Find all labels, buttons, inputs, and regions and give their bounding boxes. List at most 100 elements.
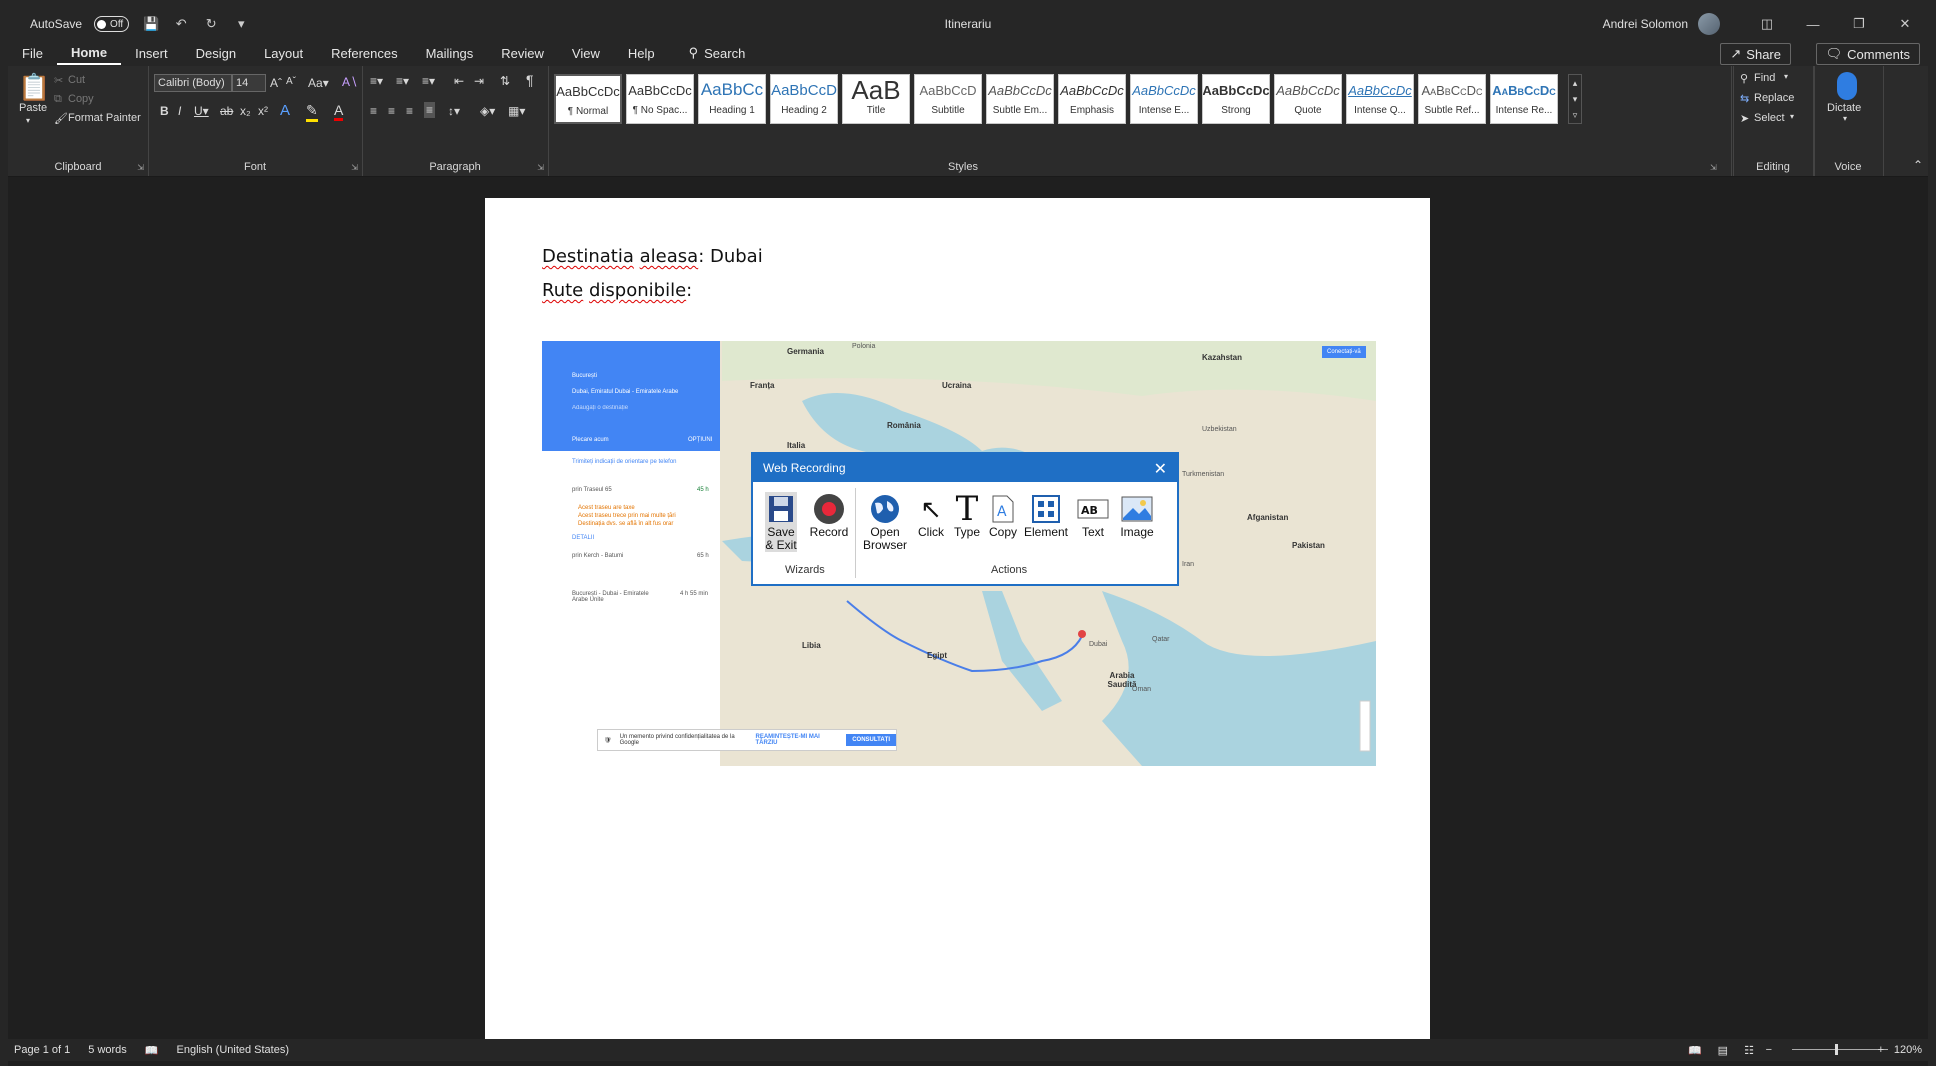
options-link[interactable]: OPȚIUNI	[688, 437, 712, 443]
save-icon[interactable]: 💾	[143, 16, 159, 32]
font-color-icon[interactable]: A	[334, 102, 344, 121]
copy-button[interactable]: Copy	[68, 93, 94, 105]
click-button[interactable]: ↖ Click	[915, 492, 947, 539]
paragraph-launcher-icon[interactable]: ⇲	[537, 163, 544, 172]
select-button[interactable]: Select	[1754, 112, 1785, 124]
numbering-icon[interactable]: ≡▾	[396, 74, 409, 88]
element-button[interactable]: Element	[1023, 492, 1069, 539]
avatar[interactable]	[1698, 13, 1720, 35]
format-painter-button[interactable]: Format Painter	[68, 112, 141, 124]
dictate-dropdown-icon[interactable]: ▾	[1843, 114, 1847, 123]
underline-icon[interactable]: U▾	[194, 104, 209, 118]
route-1[interactable]: prin Traseul 65	[572, 487, 612, 493]
zoom-slider[interactable]	[1792, 1049, 1888, 1050]
user-name[interactable]: Andrei Solomon	[1603, 17, 1688, 31]
paste-icon[interactable]: 📋	[18, 72, 50, 103]
cut-button[interactable]: Cut	[68, 74, 85, 86]
print-layout-icon[interactable]: ▤	[1718, 1044, 1728, 1057]
style-subtle-emphasis[interactable]: AaBbCcDc Subtle Em...	[986, 74, 1054, 124]
text-effects-icon[interactable]: A	[280, 102, 290, 119]
style-intense-emphasis[interactable]: AaBbCcDc Intense E...	[1130, 74, 1198, 124]
destination-line[interactable]: Destinatia aleasa: Dubai	[542, 246, 763, 267]
customize-quick-access-icon[interactable]: ▾	[233, 16, 249, 32]
minimize-icon[interactable]: —	[1790, 8, 1836, 40]
language[interactable]: English (United States)	[177, 1044, 290, 1056]
style-subtle-reference[interactable]: AaBbCcDc Subtle Ref...	[1418, 74, 1486, 124]
zoom-knob[interactable]	[1835, 1044, 1838, 1055]
share-button[interactable]: ↗ Share	[1720, 43, 1791, 65]
sign-in-button[interactable]: Conectați-vă	[1322, 346, 1366, 358]
paste-label[interactable]: Paste	[19, 102, 47, 114]
bullets-icon[interactable]: ≡▾	[370, 74, 383, 88]
justify-icon[interactable]: ≡	[424, 102, 436, 118]
style-quote[interactable]: AaBbCcDc Quote	[1274, 74, 1342, 124]
paste-dropdown-icon[interactable]: ▾	[26, 116, 30, 125]
tab-review[interactable]: Review	[487, 40, 558, 66]
style-subtitle[interactable]: AaBbCcD Subtitle	[914, 74, 982, 124]
styles-scroll-icon[interactable]: ▴ ▾ ▿	[1568, 74, 1582, 124]
font-name-box[interactable]: Calibri (Body)	[154, 74, 232, 92]
proofing-icon[interactable]: 📖	[145, 1044, 159, 1057]
select-dropdown-icon[interactable]: ▾	[1790, 112, 1794, 121]
style-heading-2[interactable]: AaBbCcD Heading 2	[770, 74, 838, 124]
open-browser-button[interactable]: Open Browser	[861, 492, 909, 552]
restore-icon[interactable]: ❐	[1836, 8, 1882, 40]
tab-insert[interactable]: Insert	[121, 40, 182, 66]
tab-layout[interactable]: Layout	[250, 40, 317, 66]
font-launcher-icon[interactable]: ⇲	[351, 163, 358, 172]
zoom-out-icon[interactable]: −	[1766, 1044, 1772, 1056]
strikethrough-icon[interactable]: ab	[220, 104, 233, 118]
routes-line[interactable]: Rute disponibile:	[542, 280, 692, 301]
zoom-in-icon[interactable]: +	[1878, 1044, 1884, 1056]
route-3[interactable]: București - Dubai - Emiratele Arabe Unit…	[572, 591, 652, 603]
style-emphasis[interactable]: AaBbCcDc Emphasis	[1058, 74, 1126, 124]
search-box[interactable]: ⚲ Search	[669, 45, 746, 61]
copy-button[interactable]: A Copy	[987, 492, 1019, 539]
destination-field[interactable]: Dubai, Emiratul Dubai - Emiratele Arabe	[572, 389, 678, 395]
clear-formatting-icon[interactable]: A∖	[342, 75, 358, 89]
remind-later-button[interactable]: REAMINTEȘTE-MI MAI TÂRZIU	[756, 734, 839, 746]
grow-font-icon[interactable]: Aˆ	[270, 76, 282, 90]
multilevel-list-icon[interactable]: ≡▾	[422, 74, 435, 88]
read-mode-icon[interactable]: 📖	[1688, 1044, 1702, 1057]
collapse-ribbon-icon[interactable]: ⌃	[1913, 158, 1923, 172]
style-normal[interactable]: AaBbCcDc ¶ Normal	[554, 74, 622, 124]
undo-icon[interactable]: ↶	[173, 16, 189, 32]
decrease-indent-icon[interactable]: ⇤	[454, 74, 464, 88]
font-size-box[interactable]: 14	[232, 74, 266, 92]
redo-icon[interactable]: ↻	[203, 16, 219, 32]
align-right-icon[interactable]: ≡	[406, 104, 413, 118]
tab-mailings[interactable]: Mailings	[412, 40, 488, 66]
microphone-icon[interactable]	[1837, 72, 1857, 100]
tab-references[interactable]: References	[317, 40, 411, 66]
shrink-font-icon[interactable]: Aˇ	[286, 76, 296, 87]
italic-icon[interactable]: I	[178, 104, 181, 118]
increase-indent-icon[interactable]: ⇥	[474, 74, 484, 88]
page-count[interactable]: Page 1 of 1	[14, 1044, 70, 1056]
line-spacing-icon[interactable]: ↕▾	[448, 104, 460, 118]
tab-design[interactable]: Design	[182, 40, 250, 66]
send-to-phone-link[interactable]: Trimiteți indicații de orientare pe tele…	[572, 459, 677, 465]
zoom-level[interactable]: 120%	[1894, 1044, 1922, 1056]
show-marks-icon[interactable]: ¶	[526, 72, 534, 88]
image-button[interactable]: Image	[1117, 492, 1157, 539]
type-button[interactable]: T Type	[951, 492, 983, 539]
tab-view[interactable]: View	[558, 40, 614, 66]
style-heading-1[interactable]: AaBbCc Heading 1	[698, 74, 766, 124]
find-dropdown-icon[interactable]: ▾	[1784, 72, 1788, 81]
replace-button[interactable]: Replace	[1754, 92, 1794, 104]
comments-button[interactable]: 🗨 Comments	[1815, 43, 1920, 65]
tab-file[interactable]: File	[8, 40, 57, 66]
tab-help[interactable]: Help	[614, 40, 669, 66]
bold-icon[interactable]: B	[160, 104, 169, 118]
find-button[interactable]: Find	[1754, 72, 1775, 84]
leave-now[interactable]: Plecare acum	[572, 437, 609, 443]
close-icon[interactable]: ✕	[1882, 8, 1928, 40]
route-2[interactable]: prin Kerch - Batumi	[572, 553, 623, 559]
save-exit-button[interactable]: Save & Exit	[765, 492, 797, 552]
autosave-toggle[interactable]: Off	[94, 16, 130, 32]
change-case-icon[interactable]: Aa▾	[308, 76, 329, 90]
tab-home[interactable]: Home	[56, 41, 122, 65]
origin-field[interactable]: București	[572, 373, 597, 379]
style-intense-quote[interactable]: AaBbCcDc Intense Q...	[1346, 74, 1414, 124]
